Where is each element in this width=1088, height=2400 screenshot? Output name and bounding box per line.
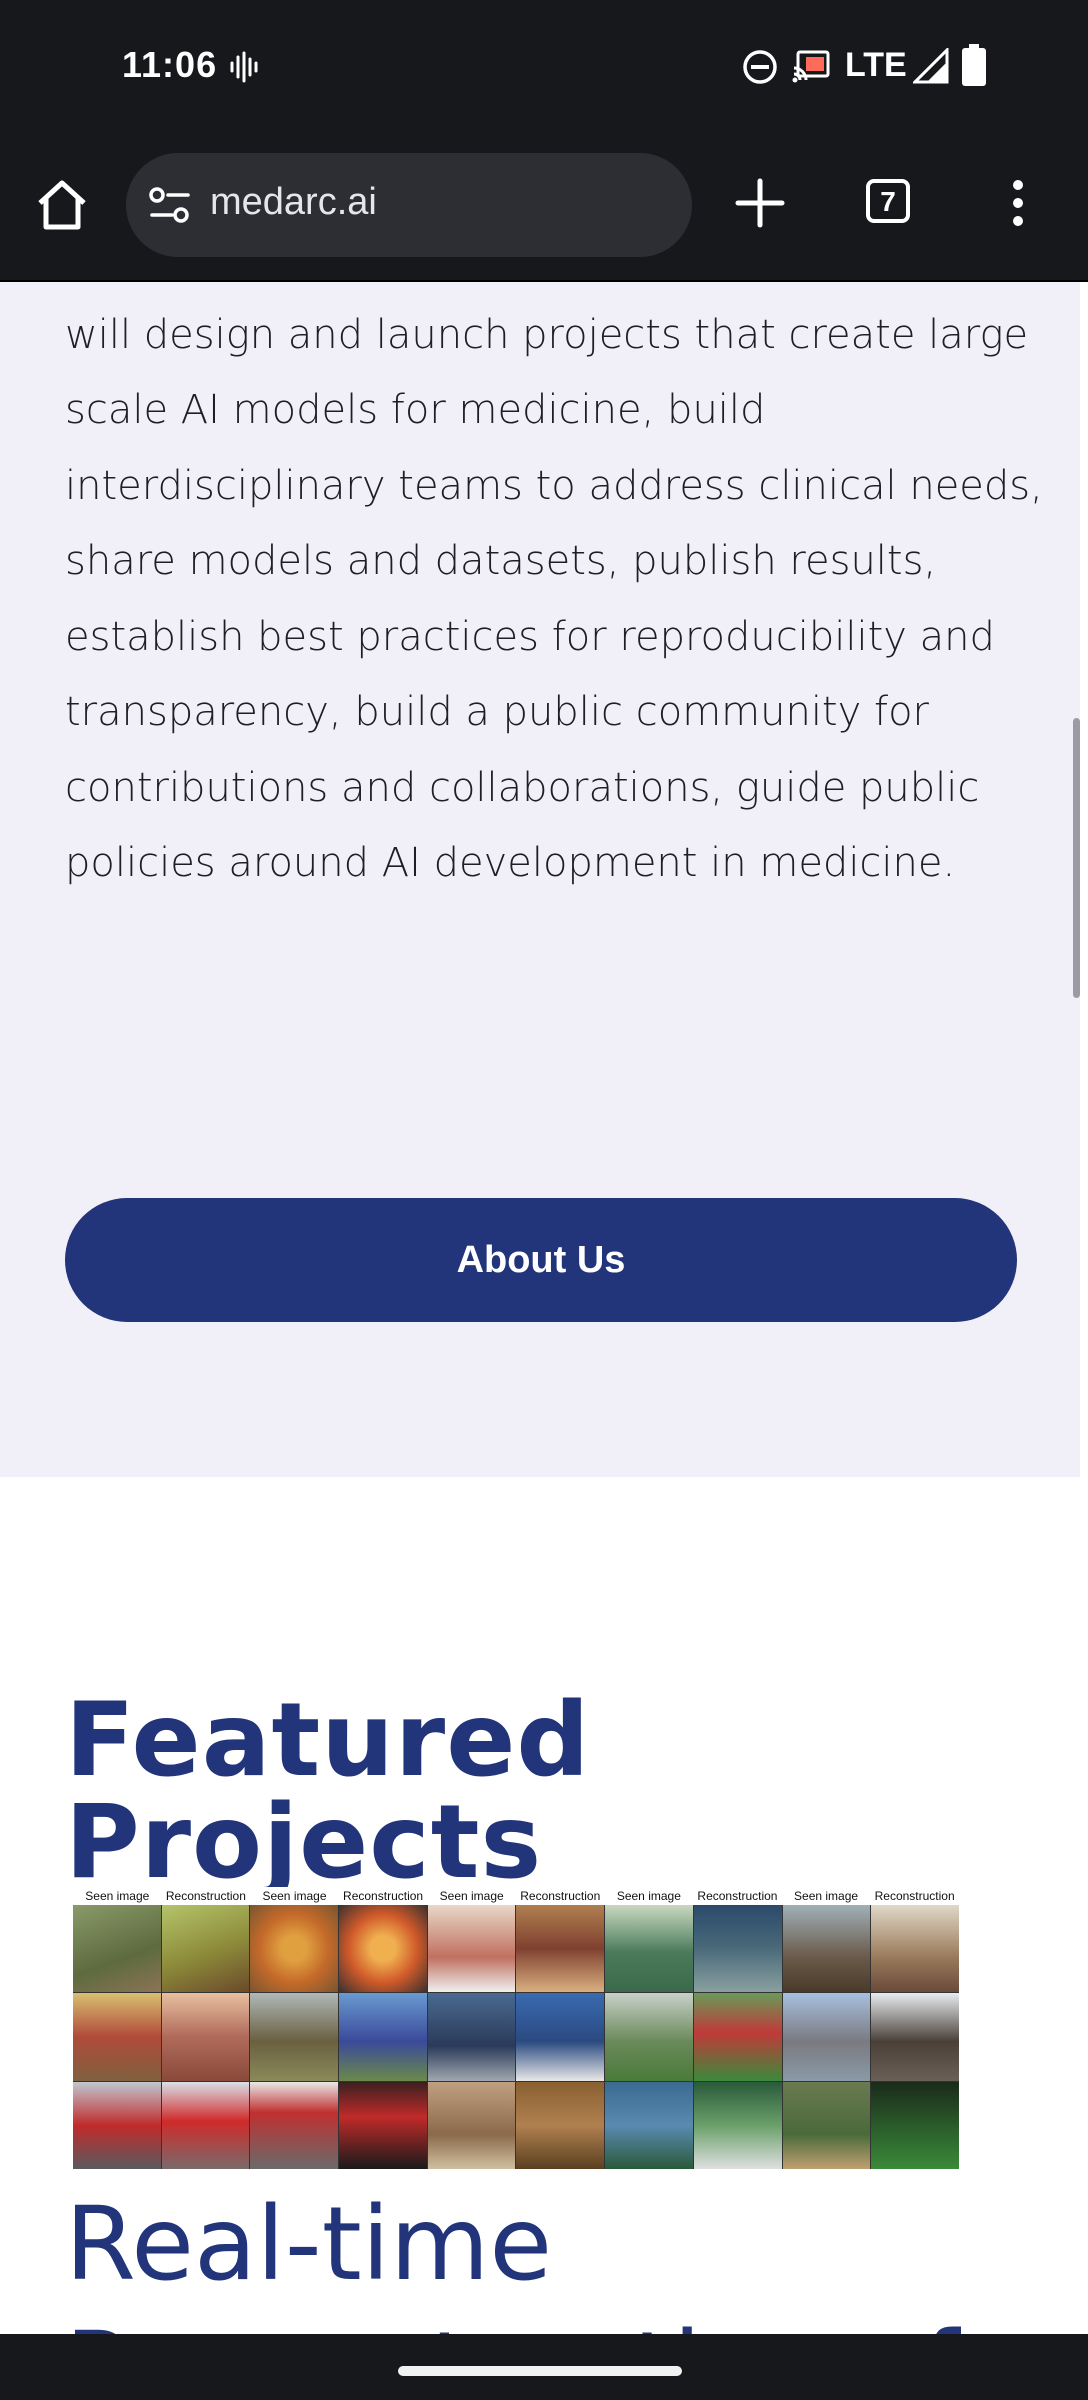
people-reconstruction [161,1993,250,2081]
figure-grid [73,1905,959,2169]
figure-column-label: Reconstruction [697,1889,778,1903]
room-photo [782,1905,871,1993]
figure-column-label: Reconstruction [343,1889,424,1903]
do-not-disturb-icon [743,50,777,84]
figure-column-label: Seen image [794,1889,859,1903]
bird-reconstruction [516,1993,605,2081]
project-figure-image[interactable]: Seen image Reconstruction Seen image Rec… [73,1887,959,2169]
figure-column-label: Seen image [439,1889,504,1903]
tennis-player-photo [605,2081,693,2169]
url-text[interactable]: medarc.ai [210,181,377,224]
soccer-photo [605,1993,693,2081]
figure-column-label: Seen image [262,1889,327,1903]
bear-reconstruction [161,1905,250,1993]
tab-switcher-button[interactable]: 7 [866,179,910,223]
system-nav-bar [0,2334,1088,2400]
figure-column-label: Reconstruction [520,1889,601,1903]
more-vert-icon[interactable] [1000,173,1036,233]
soccer-reconstruction [693,1993,782,2081]
status-time: 11:06 [122,44,218,85]
address-bar[interactable]: medarc.ai [126,153,692,257]
cast-icon [792,50,830,83]
figure-column-label: Seen image [85,1889,150,1903]
tennis-photo [605,1905,693,1993]
bus-reconstruction [161,2081,250,2169]
project-title[interactable]: Real-time Reconstruction of [65,2182,1065,2334]
figure-column-label: Reconstruction [165,1889,246,1903]
bathroom-photo [427,2081,516,2169]
bathroom-reconstruction [516,2081,605,2169]
network-type: LTE [845,46,907,84]
train-reconstruction [339,1993,427,2081]
flowers-reconstruction [339,2081,427,2169]
status-bar: 11:06 LTE [0,0,1088,135]
pizza-reconstruction [339,1905,427,1993]
tennis-player-reconstruction [693,2081,782,2169]
baseball-photo [782,2081,871,2169]
train-photo [250,1993,339,2081]
voice-activity-icon [230,51,258,83]
room-reconstruction [871,1905,959,1993]
bus-photo [73,2081,161,2169]
figure-column-label: Seen image [616,1889,681,1903]
clocktower-photo [782,1993,871,2081]
battery-icon [962,44,986,86]
site-settings-icon[interactable] [148,185,192,225]
page-content: other researchers and medical profession… [0,282,1080,2334]
tennis-reconstruction [693,1905,782,1993]
featured-projects-heading: Featured Projects [65,1681,591,1902]
signal-icon [913,48,949,84]
bedroom-photo [427,1905,516,1993]
figure-column-label: Reconstruction [874,1889,955,1903]
browser-toolbar: medarc.ai 7 [0,135,1088,282]
flowers-photo [250,2081,339,2169]
about-us-button[interactable]: About Us [65,1198,1017,1322]
mission-section: other researchers and medical profession… [0,282,1080,1477]
bird-photo [427,1993,516,2081]
bear-photo [73,1905,161,1993]
pizza-photo [250,1905,339,1993]
plus-icon[interactable] [730,173,790,233]
home-icon[interactable] [32,175,92,235]
scrollbar-thumb[interactable] [1073,718,1080,998]
baseball-reconstruction [871,2081,959,2169]
mission-paragraph: other researchers and medical profession… [65,311,1043,887]
figure-header: Seen image Reconstruction Seen image Rec… [73,1887,959,1905]
home-indicator[interactable] [398,2366,682,2376]
people-photo [73,1993,161,2081]
bedroom-reconstruction [516,1905,605,1993]
clocktower-reconstruction [871,1993,959,2081]
